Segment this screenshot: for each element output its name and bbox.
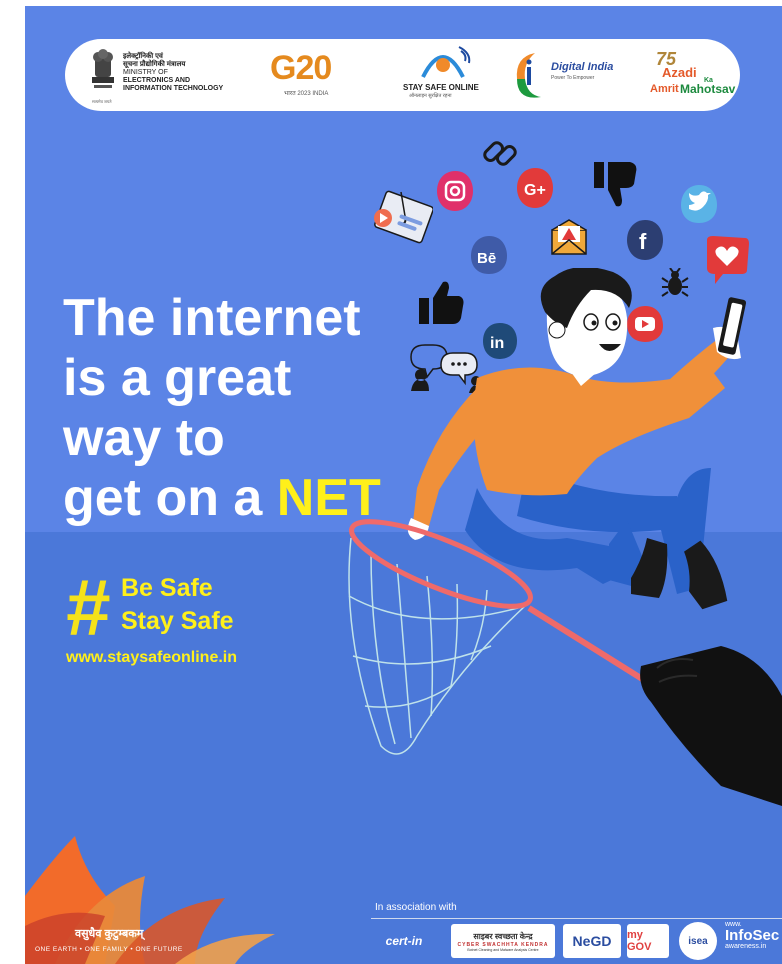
national-emblem-icon xyxy=(92,49,114,88)
thumbs-down-icon xyxy=(594,162,637,207)
headline-line1: The internet xyxy=(63,289,361,347)
stay-safe-online-subtitle: ऑनलाइन सुरक्षित रहना xyxy=(409,93,452,99)
hashtag-line2: Stay Safe xyxy=(121,607,234,635)
vasudhaiva-kutumbakam-text: वसुधैव कुटुम्बकम् xyxy=(75,928,144,940)
meity-line5: INFORMATION TECHNOLOGY xyxy=(123,85,224,92)
phishing-video-icon xyxy=(374,190,433,244)
association-divider xyxy=(371,918,782,919)
mahotsav-text: Mahotsav xyxy=(680,82,736,96)
csk-hindi-text: साइबर स्वच्छता केन्द्र xyxy=(473,931,533,941)
mygov-logo: my GOV xyxy=(627,924,669,958)
infosec-title: InfoSec xyxy=(725,927,780,944)
meity-hindi-line2: सूचना प्रौद्योगिकी मंत्रालय xyxy=(123,61,186,68)
meity-line4: ELECTRONICS AND xyxy=(123,77,191,84)
azadi-ka-amrit-mahotsav-logo: 75 Azadi Ka Amrit Mahotsav xyxy=(650,49,735,103)
instagram-icon xyxy=(437,171,473,211)
cert-in-logo: cert-in xyxy=(369,924,439,958)
meity-hindi-line1: इलेक्ट्रॉनिकी एवं xyxy=(123,53,163,60)
isea-logo-text: isea xyxy=(688,935,708,947)
digital-india-title: Digital India xyxy=(551,61,614,73)
headline-line3: way to xyxy=(63,409,225,467)
isea-logo: isea xyxy=(679,922,717,960)
digital-india-tagline: Power To Empower xyxy=(551,75,595,81)
svg-text:G+: G+ xyxy=(524,182,546,199)
meity-logo-text: इलेक्ट्रॉनिकी एवं सूचना प्रौद्योगिकी मंत… xyxy=(123,53,223,93)
g20-subtitle: भारत 2023 INDIA xyxy=(284,91,329,97)
hashtag-symbol: # xyxy=(65,563,110,652)
g20-lotus-petals-graphic xyxy=(25,836,275,964)
amrit-text: Amrit xyxy=(650,83,679,95)
csk-subtitle: Botnet Cleaning and Malware Analysis Cen… xyxy=(467,947,539,952)
negd-logo-text: NeGD xyxy=(572,933,612,949)
headline-line2: is a great xyxy=(63,349,292,407)
header-logo-bar: सत्यमेव जयते इलेक्ट्रॉनिकी एवं सूचना प्र… xyxy=(65,39,740,111)
butterfly-net-illustration xyxy=(348,519,782,806)
emblem-motto: सत्यमेव जयते xyxy=(92,99,112,104)
twitter-icon xyxy=(681,185,717,223)
email-warning-icon xyxy=(551,219,587,255)
azadi-text: Azadi xyxy=(662,65,697,80)
one-earth-tagline: ONE EARTH • ONE FAMILY • ONE FUTURE xyxy=(35,946,183,953)
svg-text:f: f xyxy=(639,229,647,254)
svg-text:Bē: Bē xyxy=(477,250,496,267)
digital-india-icon xyxy=(516,53,541,98)
mygov-logo-text: my GOV xyxy=(627,929,652,953)
cyber-swachhta-kendra-logo: साइबर स्वच्छता केन्द्र CYBER SWACHHTA KE… xyxy=(451,924,555,958)
headline: The internet is a great way to get on a … xyxy=(63,288,381,528)
association-label: In association with xyxy=(375,902,457,913)
poster: सत्यमेव जयते इलेक्ट्रॉनिकी एवं सूचना प्र… xyxy=(25,6,782,964)
meity-line3: MINISTRY OF xyxy=(123,69,168,76)
headline-line4: get on a NET xyxy=(63,468,381,528)
hashtag-line1: Be Safe xyxy=(121,574,213,602)
headline-line4-prefix: get on a xyxy=(63,469,277,527)
stay-safe-online-title: STAY SAFE ONLINE xyxy=(403,83,479,92)
cert-in-logo-text: cert-in xyxy=(385,934,423,948)
g20-logo: G20 भारत 2023 INDIA xyxy=(270,49,332,97)
infosec-awareness-logo: www. InfoSec awareness.in xyxy=(725,919,782,952)
website-link[interactable]: www.staysafeonline.in xyxy=(66,649,237,667)
stay-safe-online-icon xyxy=(421,46,471,78)
negd-logo: NeGD xyxy=(563,924,621,958)
hashtag-text: Be Safe Stay Safe xyxy=(121,572,234,638)
g20-logo-text: G20 xyxy=(270,49,332,87)
facebook-icon: f xyxy=(627,220,663,260)
google-plus-icon: G+ xyxy=(517,168,553,208)
headline-highlight-net: NET xyxy=(276,469,381,527)
hyperlink-icon xyxy=(483,141,517,166)
